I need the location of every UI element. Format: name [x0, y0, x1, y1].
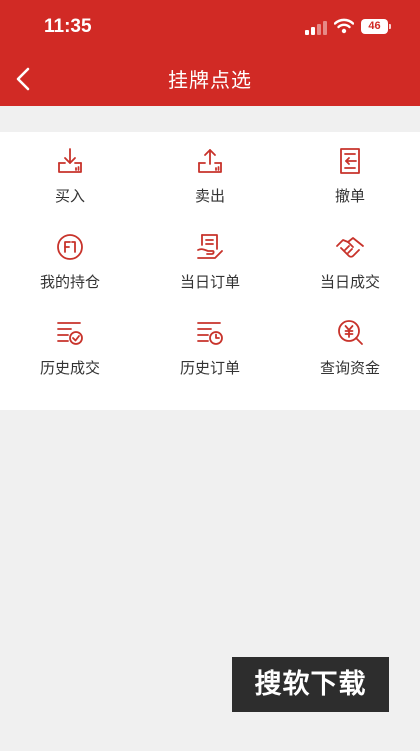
watermark-badge: 搜软下载 [232, 657, 389, 712]
buy-icon [58, 148, 82, 173]
sell-icon [198, 149, 222, 173]
menu-label: 卖出 [194, 187, 225, 205]
menu-item-buy[interactable]: 买入 [0, 132, 140, 218]
menu-item-today-deals[interactable]: 当日成交 [280, 218, 420, 304]
battery-tip [389, 24, 391, 29]
history-orders-icon [197, 322, 223, 345]
menu-label: 当日订单 [179, 273, 240, 291]
menu-item-history-deals[interactable]: 历史成交 [0, 304, 140, 390]
function-grid: 买入 卖出 撤单 我的持仓 当日订单 当日成交 历史成交 历史订单 查询资金 [0, 132, 420, 410]
battery-icon: 46 [361, 19, 388, 34]
menu-item-history-orders[interactable]: 历史订单 [140, 304, 280, 390]
menu-item-sell[interactable]: 卖出 [140, 132, 280, 218]
menu-label: 查询资金 [319, 359, 380, 377]
today-deals-icon [336, 237, 364, 258]
menu-item-today-orders[interactable]: 当日订单 [140, 218, 280, 304]
today-orders-icon [197, 234, 223, 259]
history-deals-icon [57, 322, 83, 345]
menu-label: 当日成交 [319, 273, 380, 291]
status-time: 11:35 [44, 16, 92, 37]
menu-item-query-funds[interactable]: 查询资金 [280, 304, 420, 390]
holdings-icon [57, 234, 83, 260]
cellular-signal-icon [305, 21, 327, 35]
menu-label: 历史成交 [39, 359, 100, 377]
menu-item-holdings[interactable]: 我的持仓 [0, 218, 140, 304]
cancel-order-icon [340, 148, 360, 174]
page-title: 挂牌点选 [168, 68, 252, 92]
menu-label: 撤单 [334, 187, 365, 205]
menu-label: 历史订单 [179, 359, 240, 377]
menu-label: 我的持仓 [39, 273, 100, 291]
app-header: 11:35 46 挂牌点选 [0, 0, 420, 106]
query-funds-icon [338, 320, 363, 345]
menu-item-cancel-order[interactable]: 撤单 [280, 132, 420, 218]
menu-label: 买入 [54, 187, 85, 205]
wifi-icon [334, 18, 354, 34]
status-bar: 11:35 46 [0, 0, 420, 56]
